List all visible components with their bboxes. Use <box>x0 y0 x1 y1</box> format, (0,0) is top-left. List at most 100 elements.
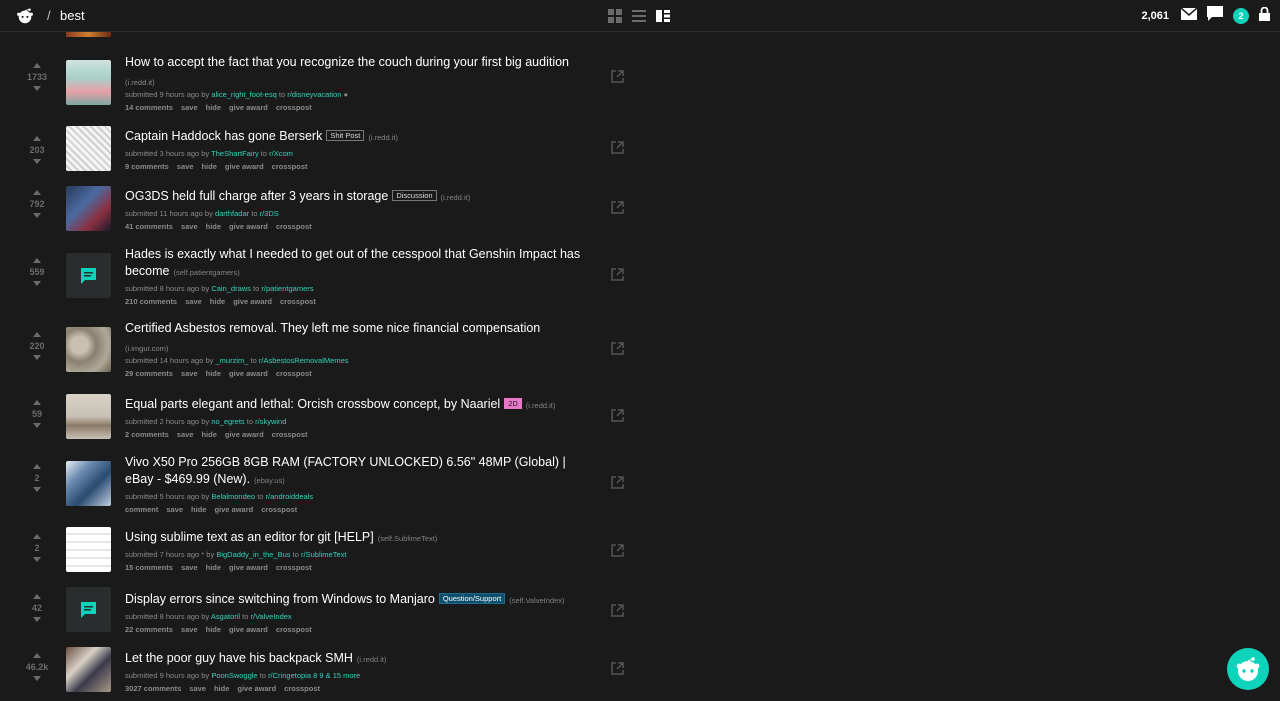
external-link-icon[interactable] <box>611 201 624 214</box>
save-link[interactable]: save <box>177 430 194 439</box>
compact-view-icon[interactable] <box>656 9 670 23</box>
upvote-icon[interactable] <box>33 190 41 195</box>
post-subreddit[interactable]: r/ValveIndex <box>251 612 292 621</box>
reddit-app-button[interactable] <box>1227 648 1269 690</box>
chat-count-badge[interactable]: 2 <box>1233 8 1249 24</box>
hide-link[interactable]: hide <box>201 162 216 171</box>
post-domain[interactable]: (i.redd.it) <box>526 401 556 410</box>
external-link-icon[interactable] <box>611 342 624 355</box>
downvote-icon[interactable] <box>33 213 41 218</box>
hide-link[interactable]: hide <box>206 222 221 231</box>
downvote-icon[interactable] <box>33 676 41 681</box>
upvote-icon[interactable] <box>33 63 41 68</box>
hide-link[interactable]: hide <box>201 430 216 439</box>
upvote-icon[interactable] <box>33 594 41 599</box>
upvote-icon[interactable] <box>33 136 41 141</box>
post-title[interactable]: Certified Asbestos removal. They left me… <box>125 321 540 335</box>
crosspost-link[interactable]: crosspost <box>261 505 297 514</box>
external-link-icon[interactable] <box>611 604 624 617</box>
post-subreddit[interactable]: r/disneyvacation <box>287 90 341 99</box>
post-title[interactable]: How to accept the fact that you recogniz… <box>125 55 569 69</box>
comments-link[interactable]: 9 comments <box>125 162 169 171</box>
save-link[interactable]: save <box>181 222 198 231</box>
comments-link[interactable]: 29 comments <box>125 369 173 378</box>
comment-link[interactable]: comment <box>125 505 158 514</box>
give-award-link[interactable]: give award <box>229 222 268 231</box>
comments-link[interactable]: 14 comments <box>125 103 173 112</box>
post-thumbnail[interactable] <box>66 394 111 439</box>
downvote-icon[interactable] <box>33 423 41 428</box>
crosspost-link[interactable]: crosspost <box>284 684 320 693</box>
reddit-logo-icon[interactable] <box>16 7 34 25</box>
post-author[interactable]: no_egrets <box>211 417 244 426</box>
post-subreddit[interactable]: r/skywind <box>255 417 286 426</box>
crosspost-link[interactable]: crosspost <box>276 369 312 378</box>
post-subreddit[interactable]: r/SublimeText <box>301 550 346 559</box>
post-thumbnail[interactable] <box>66 647 111 692</box>
upvote-icon[interactable] <box>33 534 41 539</box>
post-domain[interactable]: (i.redd.it) <box>441 193 471 202</box>
hide-link[interactable]: hide <box>206 563 221 572</box>
save-link[interactable]: save <box>166 505 183 514</box>
save-link[interactable]: save <box>181 563 198 572</box>
external-link-icon[interactable] <box>611 662 624 675</box>
downvote-icon[interactable] <box>33 159 41 164</box>
post-thumbnail[interactable] <box>66 461 111 506</box>
post-domain[interactable]: (self.ValveIndex) <box>509 596 564 605</box>
hide-link[interactable]: hide <box>206 369 221 378</box>
hide-link[interactable]: hide <box>206 103 221 112</box>
post-subreddit[interactable]: r/Xcom <box>269 149 293 158</box>
save-link[interactable]: save <box>181 103 198 112</box>
feed-name[interactable]: best <box>60 8 85 23</box>
post-author[interactable]: Belalmondeo <box>211 492 255 501</box>
post-title[interactable]: Let the poor guy have his backpack SMH <box>125 651 353 665</box>
give-award-link[interactable]: give award <box>229 103 268 112</box>
hide-link[interactable]: hide <box>206 625 221 634</box>
post-author[interactable]: TheShartFairy <box>211 149 259 158</box>
upvote-icon[interactable] <box>33 400 41 405</box>
downvote-icon[interactable] <box>33 86 41 91</box>
give-award-link[interactable]: give award <box>229 563 268 572</box>
post-thumbnail[interactable] <box>66 186 111 231</box>
post-domain[interactable]: (self.SublimeText) <box>378 534 438 543</box>
downvote-icon[interactable] <box>33 557 41 562</box>
post-author[interactable]: _murzim_ <box>215 356 248 365</box>
comments-link[interactable]: 2 comments <box>125 430 169 439</box>
classic-view-icon[interactable] <box>632 9 646 23</box>
downvote-icon[interactable] <box>33 355 41 360</box>
give-award-link[interactable]: give award <box>225 162 264 171</box>
comments-link[interactable]: 210 comments <box>125 297 177 306</box>
post-subreddit[interactable]: r/3DS <box>260 209 279 218</box>
give-award-link[interactable]: give award <box>237 684 276 693</box>
comments-link[interactable]: 22 comments <box>125 625 173 634</box>
upvote-icon[interactable] <box>33 332 41 337</box>
post-title[interactable]: Display errors since switching from Wind… <box>125 592 435 606</box>
post-author[interactable]: PoonSwoggle <box>211 671 257 680</box>
give-award-link[interactable]: give award <box>214 505 253 514</box>
post-domain[interactable]: (i.redd.it) <box>368 133 398 142</box>
post-author[interactable]: darthfadar <box>215 209 249 218</box>
post-title[interactable]: Vivo X50 Pro 256GB 8GB RAM (FACTORY UNLO… <box>125 455 566 486</box>
self-post-thumbnail[interactable] <box>66 587 111 632</box>
upvote-icon[interactable] <box>33 653 41 658</box>
post-title[interactable]: OG3DS held full charge after 3 years in … <box>125 189 388 203</box>
downvote-icon[interactable] <box>33 617 41 622</box>
post-title[interactable]: Captain Haddock has gone Berserk <box>125 129 322 143</box>
crosspost-link[interactable]: crosspost <box>272 162 308 171</box>
save-link[interactable]: save <box>177 162 194 171</box>
post-subreddit[interactable]: r/Cringetopia <box>268 671 311 680</box>
external-link-icon[interactable] <box>611 544 624 557</box>
crosspost-link[interactable]: crosspost <box>276 222 312 231</box>
save-link[interactable]: save <box>181 369 198 378</box>
give-award-link[interactable]: give award <box>225 430 264 439</box>
post-author[interactable]: Cain_draws <box>211 284 251 293</box>
external-link-icon[interactable] <box>611 70 624 83</box>
crosspost-link[interactable]: crosspost <box>276 563 312 572</box>
post-author[interactable]: Asgatoril <box>211 612 240 621</box>
hide-link[interactable]: hide <box>210 297 225 306</box>
external-link-icon[interactable] <box>611 409 624 422</box>
external-link-icon[interactable] <box>611 476 624 489</box>
post-title[interactable]: Equal parts elegant and lethal: Orcish c… <box>125 397 500 411</box>
lock-icon[interactable] <box>1259 6 1270 26</box>
post-domain[interactable]: (i.redd.it) <box>125 78 155 87</box>
